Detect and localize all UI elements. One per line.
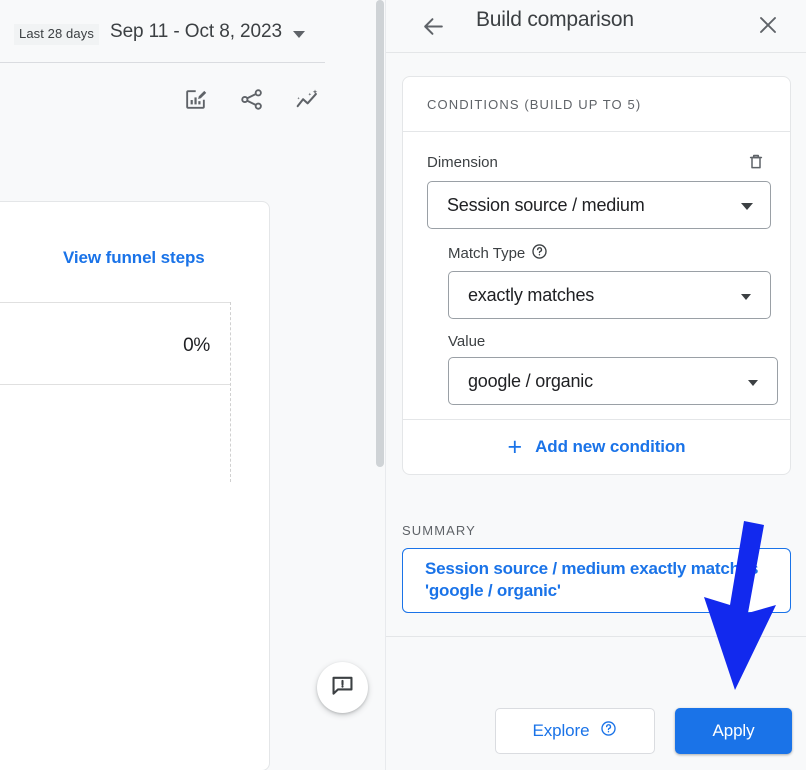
add-new-condition-label: Add new condition (535, 437, 686, 456)
screen-root: Last 28 days Sep 11 - Oct 8, 2023 View f… (0, 0, 806, 770)
header-divider (0, 62, 325, 63)
feedback-button[interactable] (317, 662, 368, 713)
arrow-back-icon[interactable] (417, 10, 449, 42)
edit-chart-icon[interactable] (180, 84, 210, 114)
conditions-header: CONDITIONS (BUILD UP TO 5) (403, 77, 790, 132)
value-select[interactable]: google / organic (448, 357, 778, 405)
explore-button[interactable]: Explore (495, 708, 655, 754)
condition-row: Dimension Session source / medium Match … (403, 132, 790, 420)
conditions-card: CONDITIONS (BUILD UP TO 5) Dimension Ses… (402, 76, 791, 475)
view-funnel-steps-link[interactable]: View funnel steps (63, 248, 205, 268)
panel-scroll-body: CONDITIONS (BUILD UP TO 5) Dimension Ses… (386, 53, 806, 636)
help-circle-icon[interactable] (600, 720, 617, 742)
match-type-group: Match Type exactly matches (448, 243, 771, 319)
feedback-message-icon (330, 673, 355, 703)
scrollbar-thumb[interactable] (376, 0, 384, 467)
match-type-select-value: exactly matches (468, 284, 595, 305)
value-select-value: google / organic (468, 370, 593, 391)
explore-label: Explore (532, 721, 590, 740)
table-row-divider-bottom (0, 384, 231, 385)
dimension-select[interactable]: Session source / medium (427, 181, 771, 229)
add-new-condition-button[interactable]: + Add new condition (403, 420, 790, 474)
funnel-table: 0% (0, 302, 231, 482)
match-type-label-text: Match Type (448, 245, 526, 262)
apply-label: Apply (712, 721, 755, 740)
match-type-label-row: Match Type (448, 243, 768, 264)
summary-label: SUMMARY (402, 523, 476, 538)
date-range-bar: Last 28 days Sep 11 - Oct 8, 2023 (0, 0, 386, 58)
dimension-label: Dimension (427, 153, 498, 171)
report-toolbar (180, 84, 322, 114)
help-circle-icon[interactable] (531, 243, 548, 264)
summary-text: Session source / medium exactly matches … (425, 558, 759, 600)
summary-box[interactable]: Session source / medium exactly matches … (402, 548, 791, 613)
table-row-divider-top (0, 302, 231, 303)
dimension-select-value: Session source / medium (447, 194, 645, 215)
match-type-select[interactable]: exactly matches (448, 271, 771, 319)
table-column-dashed-border (230, 302, 231, 482)
conditions-header-label: CONDITIONS (BUILD UP TO 5) (427, 96, 642, 112)
close-icon[interactable] (752, 9, 784, 41)
value-label: Value (448, 333, 486, 350)
chevron-down-icon (741, 203, 753, 210)
share-icon[interactable] (236, 84, 266, 114)
build-comparison-panel: Build comparison CONDITIONS (BUILD UP TO… (386, 0, 806, 770)
chevron-down-icon (741, 294, 751, 300)
panel-footer: Explore Apply (386, 637, 806, 770)
dimension-label-row: Dimension (427, 150, 768, 174)
match-type-label: Match Type (448, 243, 548, 264)
left-report-panel: Last 28 days Sep 11 - Oct 8, 2023 View f… (0, 0, 386, 770)
insights-icon[interactable] (292, 84, 322, 114)
trash-icon[interactable] (744, 150, 768, 174)
plus-icon: + (507, 432, 523, 461)
panel-header: Build comparison (386, 0, 806, 53)
chevron-down-icon[interactable] (293, 31, 305, 38)
date-range-label[interactable]: Sep 11 - Oct 8, 2023 (110, 21, 282, 43)
table-cell-percentage: 0% (183, 335, 210, 356)
chevron-down-icon (748, 380, 758, 386)
page-title: Build comparison (476, 8, 634, 31)
apply-button[interactable]: Apply (675, 708, 792, 754)
value-label-row: Value (448, 333, 768, 350)
funnel-report-card: View funnel steps 0% (0, 201, 270, 770)
date-preset-chip[interactable]: Last 28 days (14, 24, 99, 45)
value-group: Value google / organic (448, 333, 778, 405)
